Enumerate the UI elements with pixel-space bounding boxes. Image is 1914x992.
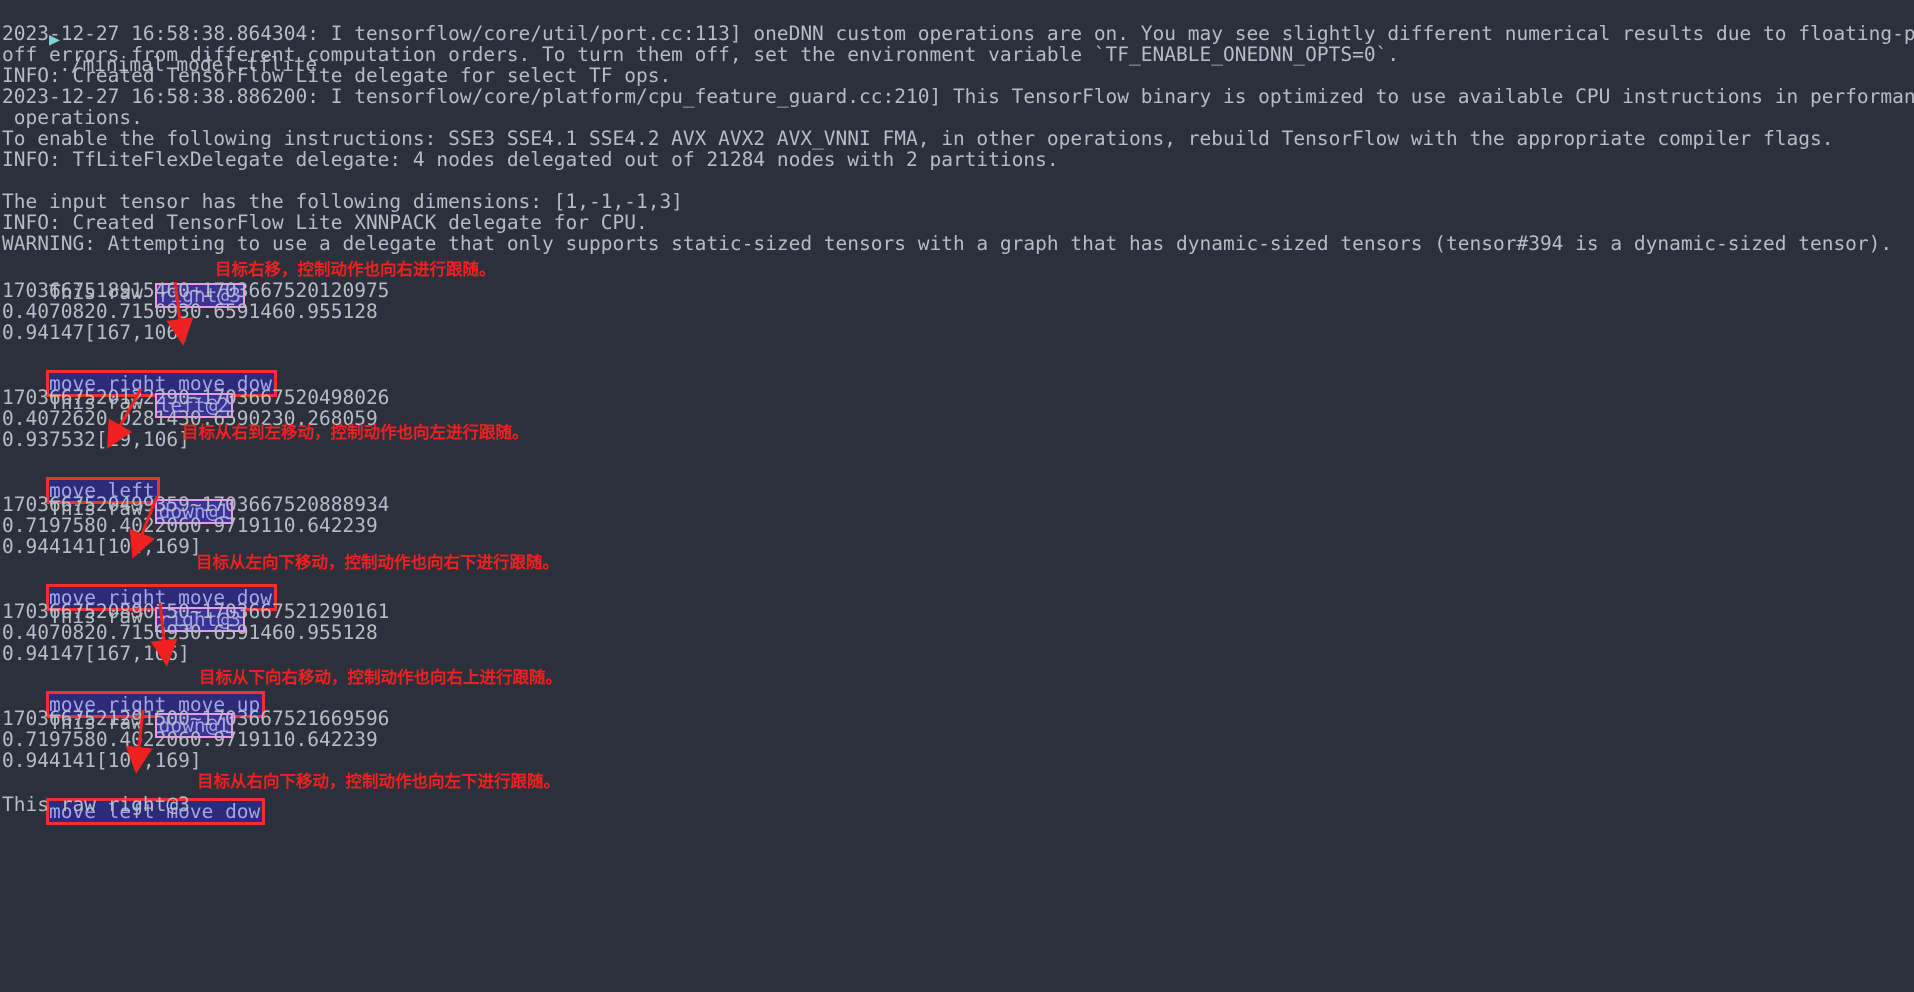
annotation-text: 目标右移，控制动作也向右进行跟随。: [215, 260, 496, 279]
raw-line: This raw right@3: [0, 254, 245, 308]
log-line: WARNING: Attempting to use a delegate th…: [2, 232, 1893, 255]
terminal-window[interactable]: ▶ ./minimal model.tflite 2023-12-27 16:5…: [0, 0, 1914, 992]
annotation-text: 目标从下向右移动，控制动作也向右上进行跟随。: [199, 668, 562, 687]
log-line: 2023-12-27 16:58:38.886200: I tensorflow…: [2, 85, 1914, 108]
log-line: INFO: TfLiteFlexDelegate delegate: 4 nod…: [2, 148, 1059, 171]
annotation-text: 目标从右到左移动，控制动作也向左进行跟随。: [182, 423, 529, 442]
last-raw-line: This raw right@3: [2, 793, 190, 816]
annotation-text: 目标从左向下移动，控制动作也向右下进行跟随。: [196, 553, 559, 572]
annotation-text: 目标从右向下移动，控制动作也向左下进行跟随。: [197, 772, 560, 791]
